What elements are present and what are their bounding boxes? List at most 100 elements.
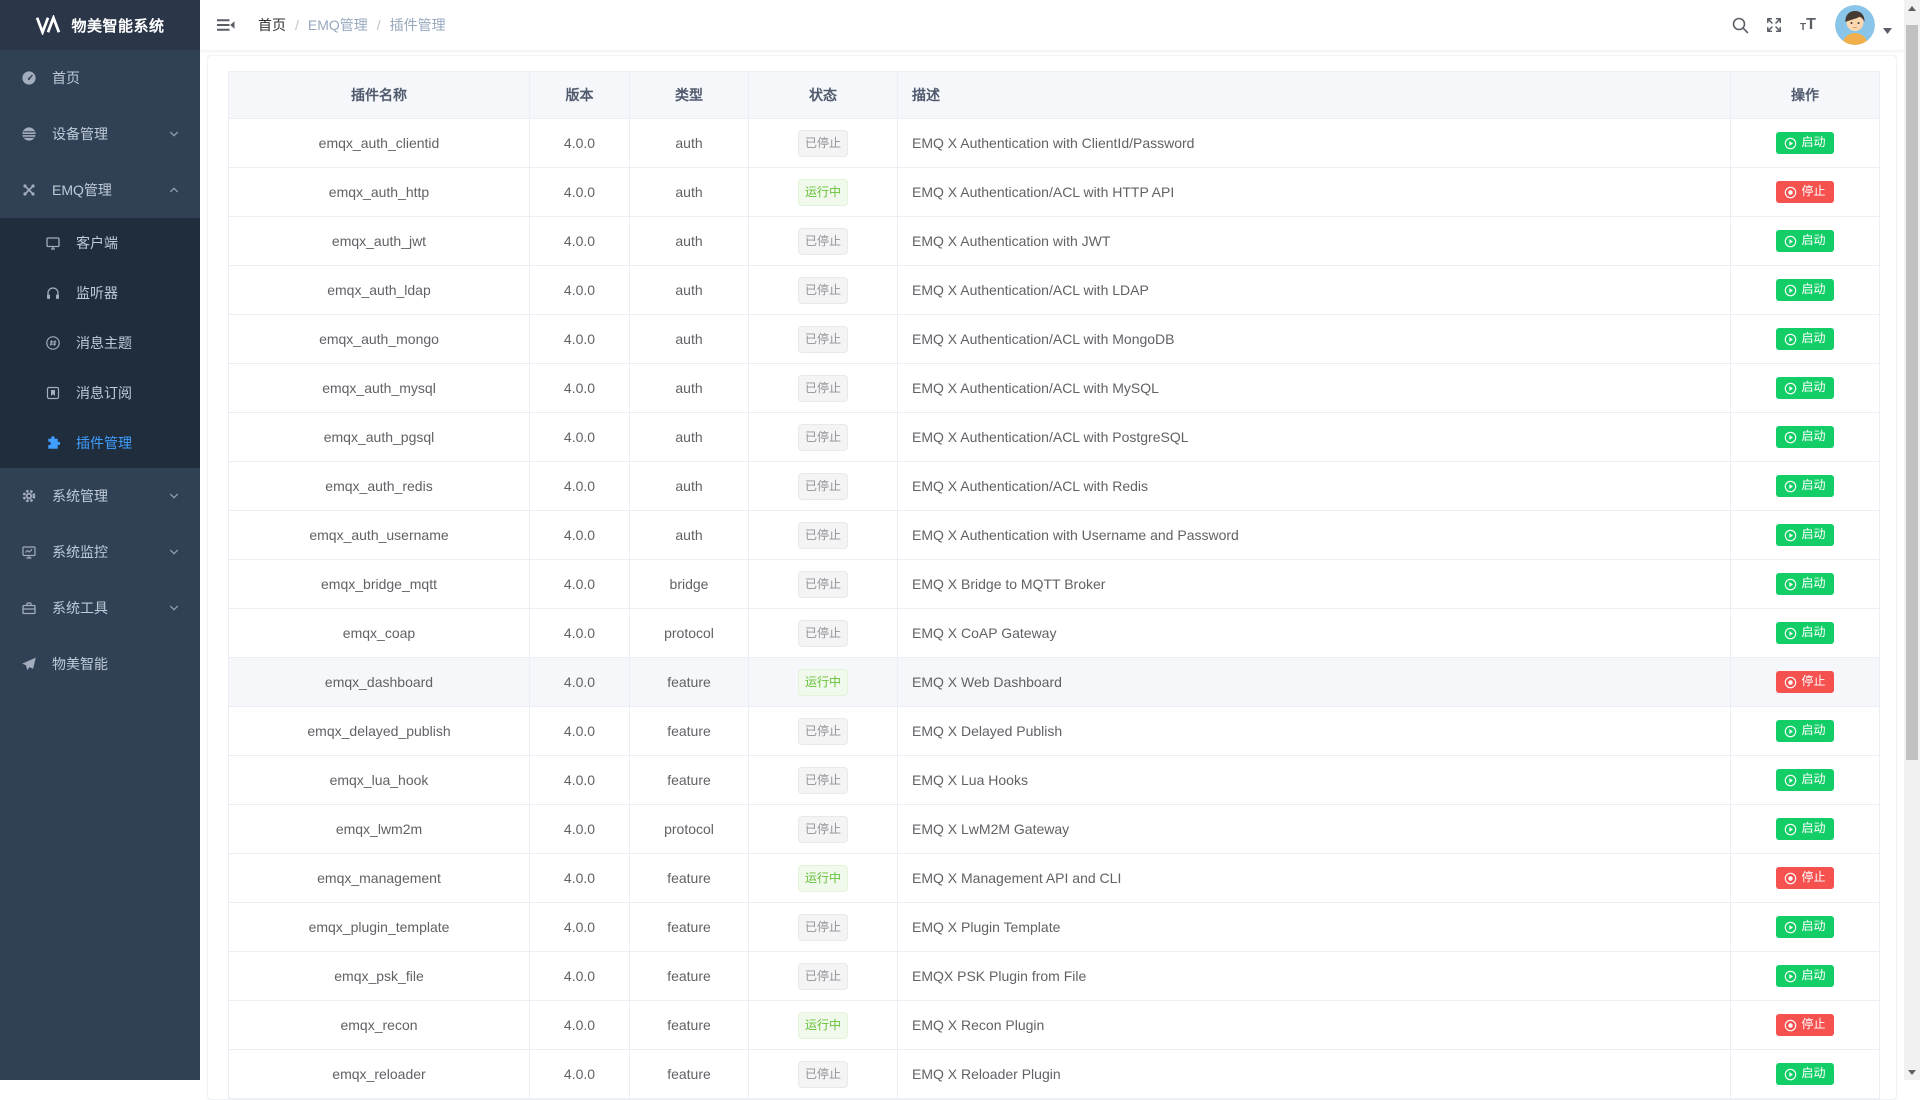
sidebar-item-topics[interactable]: 消息主题 (0, 318, 200, 368)
sidebar-item-plugins[interactable]: 插件管理 (0, 418, 200, 468)
start-button[interactable]: 启动 (1776, 524, 1833, 545)
sidebar-item-subscriptions[interactable]: 消息订阅 (0, 368, 200, 418)
font-size-icon[interactable]: TT (1791, 0, 1825, 50)
action-button-label: 启动 (1801, 381, 1825, 394)
breadcrumb-item-home[interactable]: 首页 (258, 15, 286, 35)
cell-version: 4.0.0 (530, 805, 630, 854)
status-badge: 已停止 (798, 424, 848, 451)
sidebar-item-label: 客户端 (76, 233, 180, 253)
status-badge: 已停止 (798, 620, 848, 647)
subscribe-icon (44, 384, 62, 402)
action-button-label: 启动 (1801, 626, 1825, 639)
action-button-label: 启动 (1801, 234, 1825, 247)
stop-button[interactable]: 停止 (1776, 867, 1833, 888)
stop-button[interactable]: 停止 (1776, 671, 1833, 692)
column-header: 操作 (1731, 72, 1880, 119)
dashboard-icon (20, 69, 38, 87)
cell-actions: 启动 (1731, 560, 1880, 609)
sidebar-item-system-mgmt[interactable]: 系统管理 (0, 468, 200, 524)
status-badge: 已停止 (798, 130, 848, 157)
cell-plugin-name: emqx_auth_ldap (229, 266, 530, 315)
cell-status: 运行中 (749, 658, 898, 707)
fullscreen-icon[interactable] (1757, 0, 1791, 50)
cell-type: bridge (630, 560, 749, 609)
start-button[interactable]: 启动 (1776, 769, 1833, 790)
cell-description: EMQ X Authentication with Username and P… (898, 511, 1731, 560)
breadcrumb-item-emq[interactable]: EMQ管理 (308, 15, 368, 35)
table-row: emqx_dashboard 4.0.0 feature 运行中 EMQ X W… (229, 658, 1880, 707)
sidebar-item-listeners[interactable]: 监听器 (0, 268, 200, 318)
search-icon[interactable] (1723, 0, 1757, 50)
scrollbar-thumb[interactable] (1906, 25, 1918, 760)
sidebar-item-device-mgmt[interactable]: 设备管理 (0, 106, 200, 162)
sidebar-item-system-tools[interactable]: 系统工具 (0, 580, 200, 636)
cell-type: feature (630, 658, 749, 707)
cell-actions: 启动 (1731, 756, 1880, 805)
play-circle-icon (1784, 578, 1797, 591)
cell-version: 4.0.0 (530, 707, 630, 756)
action-button-label: 启动 (1801, 577, 1825, 590)
start-button[interactable]: 启动 (1776, 965, 1833, 986)
cell-plugin-name: emqx_recon (229, 1001, 530, 1050)
avatar[interactable] (1835, 5, 1875, 45)
breadcrumb: 首页 / EMQ管理 / 插件管理 (258, 15, 446, 35)
sidebar-item-system-monitor[interactable]: 系统监控 (0, 524, 200, 580)
table-row: emqx_plugin_template 4.0.0 feature 已停止 E… (229, 903, 1880, 952)
scroll-up-button[interactable] (1904, 0, 1920, 16)
cell-status: 已停止 (749, 315, 898, 364)
start-button[interactable]: 启动 (1776, 1063, 1833, 1084)
cell-plugin-name: emqx_delayed_publish (229, 707, 530, 756)
status-badge: 已停止 (798, 277, 848, 304)
start-button[interactable]: 启动 (1776, 818, 1833, 839)
start-button[interactable]: 启动 (1776, 377, 1833, 398)
start-button[interactable]: 启动 (1776, 328, 1833, 349)
sidebar-item-label: 物美智能 (52, 654, 180, 674)
stop-circle-icon (1784, 676, 1797, 689)
page-scrollbar[interactable] (1904, 0, 1920, 1080)
status-badge: 已停止 (798, 375, 848, 402)
start-button[interactable]: 启动 (1776, 720, 1833, 741)
action-button-label: 停止 (1801, 675, 1825, 688)
column-header: 插件名称 (229, 72, 530, 119)
sidebar-item-label: EMQ管理 (52, 180, 168, 200)
cell-version: 4.0.0 (530, 511, 630, 560)
sidebar: 物美智能系统 首页设备管理 EMQ管理客户端监听器消息主题消息订阅插件管理系统管理… (0, 0, 200, 1080)
client-icon (44, 234, 62, 252)
user-menu[interactable] (1835, 5, 1892, 45)
sidebar-item-clients[interactable]: 客户端 (0, 218, 200, 268)
column-header: 状态 (749, 72, 898, 119)
table-row: emqx_auth_mongo 4.0.0 auth 已停止 EMQ X Aut… (229, 315, 1880, 364)
chevron-down-icon (168, 602, 180, 614)
cell-actions: 启动 (1731, 511, 1880, 560)
action-button-label: 启动 (1801, 479, 1825, 492)
sidebar-item-emq-mgmt[interactable]: EMQ管理 (0, 162, 200, 218)
breadcrumb-separator: / (295, 17, 299, 33)
stop-button[interactable]: 停止 (1776, 181, 1833, 202)
cell-plugin-name: emqx_auth_redis (229, 462, 530, 511)
start-button[interactable]: 启动 (1776, 622, 1833, 643)
start-button[interactable]: 启动 (1776, 475, 1833, 496)
app-logo[interactable]: 物美智能系统 (0, 0, 200, 50)
start-button[interactable]: 启动 (1776, 230, 1833, 251)
cell-version: 4.0.0 (530, 1050, 630, 1099)
stop-circle-icon (1784, 186, 1797, 199)
start-button[interactable]: 启动 (1776, 279, 1833, 300)
sidebar-item-label: 系统监控 (52, 542, 168, 562)
column-header: 类型 (630, 72, 749, 119)
cell-description: EMQ X Bridge to MQTT Broker (898, 560, 1731, 609)
play-circle-icon (1784, 1068, 1797, 1081)
sidebar-toggle-button[interactable] (200, 0, 250, 50)
submenu-emq-mgmt: 客户端监听器消息主题消息订阅插件管理 (0, 218, 200, 468)
scroll-down-button[interactable] (1904, 1064, 1920, 1080)
start-button[interactable]: 启动 (1776, 132, 1833, 153)
cell-description: EMQ X CoAP Gateway (898, 609, 1731, 658)
sidebar-item-home[interactable]: 首页 (0, 50, 200, 106)
start-button[interactable]: 启动 (1776, 573, 1833, 594)
sidebar-item-label: 插件管理 (76, 433, 180, 453)
stop-button[interactable]: 停止 (1776, 1014, 1833, 1035)
cell-actions: 启动 (1731, 119, 1880, 168)
start-button[interactable]: 启动 (1776, 916, 1833, 937)
cell-status: 已停止 (749, 756, 898, 805)
start-button[interactable]: 启动 (1776, 426, 1833, 447)
sidebar-item-wumei-smart[interactable]: 物美智能 (0, 636, 200, 692)
